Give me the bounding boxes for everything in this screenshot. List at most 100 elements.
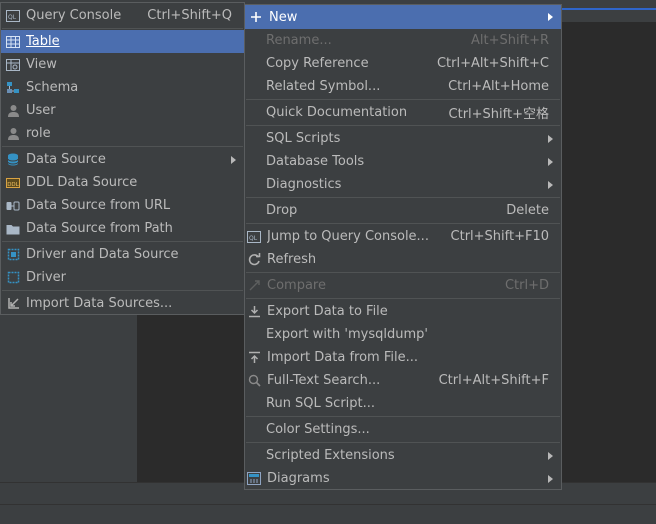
menu-item-sql-scripts[interactable]: SQL Scripts	[245, 127, 561, 150]
submenu-item-ddl-data-source-label: DDL Data Source	[26, 175, 138, 190]
submenu-arrow-icon	[548, 180, 553, 189]
submenu-item-import-data-sources-label: Import Data Sources...	[26, 296, 173, 311]
submenu-item-import-data-sources[interactable]: Import Data Sources...	[1, 292, 244, 315]
shortcut-label: Ctrl+Alt+Shift+F	[438, 373, 549, 388]
submenu-item-ddl-data-source[interactable]: DDL DDL Data Source	[1, 171, 244, 194]
submenu-arrow-icon	[548, 13, 553, 21]
shortcut-label: Ctrl+Shift+空格	[448, 107, 549, 122]
menu-item-new[interactable]: New	[245, 5, 561, 29]
submenu-arrow-icon	[548, 451, 553, 460]
menu-item-diagrams-label: Diagrams	[267, 471, 330, 486]
menu-item-drop[interactable]: Drop Delete	[245, 199, 561, 222]
database-icon	[6, 153, 20, 167]
separator	[246, 223, 560, 224]
menu-item-color-settings[interactable]: Color Settings...	[245, 418, 561, 441]
menu-item-diagrams[interactable]: Diagrams	[245, 467, 561, 490]
menu-item-export-data[interactable]: Export Data to File	[245, 300, 561, 323]
separator	[2, 146, 243, 147]
table-icon	[6, 35, 20, 49]
submenu-item-view[interactable]: View	[1, 53, 244, 76]
menu-item-export-mysqldump[interactable]: Export with 'mysqldump'	[245, 323, 561, 346]
driver-icon	[6, 271, 20, 285]
submenu-item-data-source-from-url[interactable]: Data Source from URL	[1, 194, 244, 217]
new-submenu: QL Query Console Ctrl+Shift+Q Table View…	[0, 2, 245, 315]
submenu-item-driver-and-data-source[interactable]: Driver and Data Source	[1, 243, 244, 266]
menu-item-scripted-extensions-label: Scripted Extensions	[266, 448, 395, 463]
menu-item-jump-to-query-console[interactable]: QL Jump to Query Console... Ctrl+Shift+F…	[245, 225, 561, 248]
menu-item-drop-label: Drop	[266, 203, 298, 218]
submenu-item-driver-label: Driver	[26, 270, 67, 285]
menu-item-export-data-label: Export Data to File	[267, 304, 388, 319]
diagram-icon	[247, 472, 261, 486]
submenu-item-data-source-from-path[interactable]: Data Source from Path	[1, 217, 244, 240]
refresh-icon	[247, 253, 261, 267]
submenu-item-driver-and-data-source-label: Driver and Data Source	[26, 247, 179, 262]
menu-item-full-text-search[interactable]: Full-Text Search... Ctrl+Alt+Shift+F	[245, 369, 561, 392]
plus-icon	[249, 10, 263, 24]
menu-item-database-tools-label: Database Tools	[266, 154, 365, 169]
import-arrow-icon	[6, 297, 20, 311]
menu-item-run-sql-script[interactable]: Run SQL Script...	[245, 392, 561, 415]
submenu-item-role[interactable]: role	[1, 122, 244, 145]
submenu-item-role-label: role	[26, 126, 51, 141]
submenu-item-data-source-label: Data Source	[26, 152, 106, 167]
submenu-arrow-icon	[548, 474, 553, 483]
submenu-item-query-console[interactable]: QL Query Console Ctrl+Shift+Q	[1, 4, 244, 27]
submenu-arrow-icon	[231, 155, 236, 164]
separator	[246, 298, 560, 299]
menu-item-database-tools[interactable]: Database Tools	[245, 150, 561, 173]
separator	[246, 197, 560, 198]
query-console-icon: QL	[247, 230, 261, 244]
schema-icon	[6, 81, 20, 95]
submenu-item-table[interactable]: Table	[1, 30, 244, 53]
shortcut-label: Alt+Shift+R	[471, 33, 549, 48]
menu-item-diagnostics[interactable]: Diagnostics	[245, 173, 561, 196]
menu-item-export-mysqldump-label: Export with 'mysqldump'	[266, 327, 428, 342]
svg-text:QL: QL	[249, 235, 258, 242]
submenu-item-table-label: Table	[26, 34, 60, 49]
shortcut-label: Delete	[506, 203, 549, 218]
user-icon	[6, 104, 20, 118]
menu-item-full-text-search-label: Full-Text Search...	[267, 373, 381, 388]
shortcut-label: Ctrl+Alt+Home	[448, 79, 549, 94]
menu-item-quick-documentation[interactable]: Quick Documentation Ctrl+Shift+空格	[245, 101, 561, 124]
menu-item-run-sql-script-label: Run SQL Script...	[266, 396, 376, 411]
separator	[246, 442, 560, 443]
url-icon	[6, 199, 20, 213]
submenu-item-user[interactable]: User	[1, 99, 244, 122]
import-upload-icon	[247, 351, 261, 365]
menu-item-refresh[interactable]: Refresh	[245, 248, 561, 271]
menu-item-import-data[interactable]: Import Data from File...	[245, 346, 561, 369]
menu-item-rename: Rename... Alt+Shift+R	[245, 29, 561, 52]
view-icon	[6, 58, 20, 72]
export-download-icon	[247, 305, 261, 319]
menu-item-scripted-extensions[interactable]: Scripted Extensions	[245, 444, 561, 467]
shortcut-label: Ctrl+Shift+Q	[147, 8, 232, 23]
svg-text:DDL: DDL	[7, 182, 19, 188]
menu-item-copy-reference-label: Copy Reference	[266, 56, 369, 71]
menu-item-import-data-label: Import Data from File...	[267, 350, 418, 365]
submenu-arrow-icon	[548, 134, 553, 143]
menu-item-related-symbol-label: Related Symbol...	[266, 79, 381, 94]
menu-item-rename-label: Rename...	[266, 33, 332, 48]
query-console-icon: QL	[6, 9, 20, 23]
separator	[246, 272, 560, 273]
menu-item-new-label: New	[269, 9, 298, 25]
top-blue-line	[560, 8, 656, 10]
menu-item-copy-reference[interactable]: Copy Reference Ctrl+Alt+Shift+C	[245, 52, 561, 75]
separator	[2, 241, 243, 242]
shortcut-label: Ctrl+Shift+F10	[450, 229, 549, 244]
menu-item-related-symbol[interactable]: Related Symbol... Ctrl+Alt+Home	[245, 75, 561, 98]
submenu-item-schema[interactable]: Schema	[1, 76, 244, 99]
ddl-icon: DDL	[6, 176, 20, 190]
separator	[246, 99, 560, 100]
submenu-item-data-source[interactable]: Data Source	[1, 148, 244, 171]
submenu-item-driver[interactable]: Driver	[1, 266, 244, 289]
submenu-item-data-source-from-path-label: Data Source from Path	[26, 221, 173, 236]
separator	[246, 125, 560, 126]
separator	[246, 416, 560, 417]
separator	[2, 28, 243, 29]
submenu-item-data-source-from-url-label: Data Source from URL	[26, 198, 171, 213]
driver-icon	[6, 248, 20, 262]
submenu-item-view-label: View	[26, 57, 57, 72]
